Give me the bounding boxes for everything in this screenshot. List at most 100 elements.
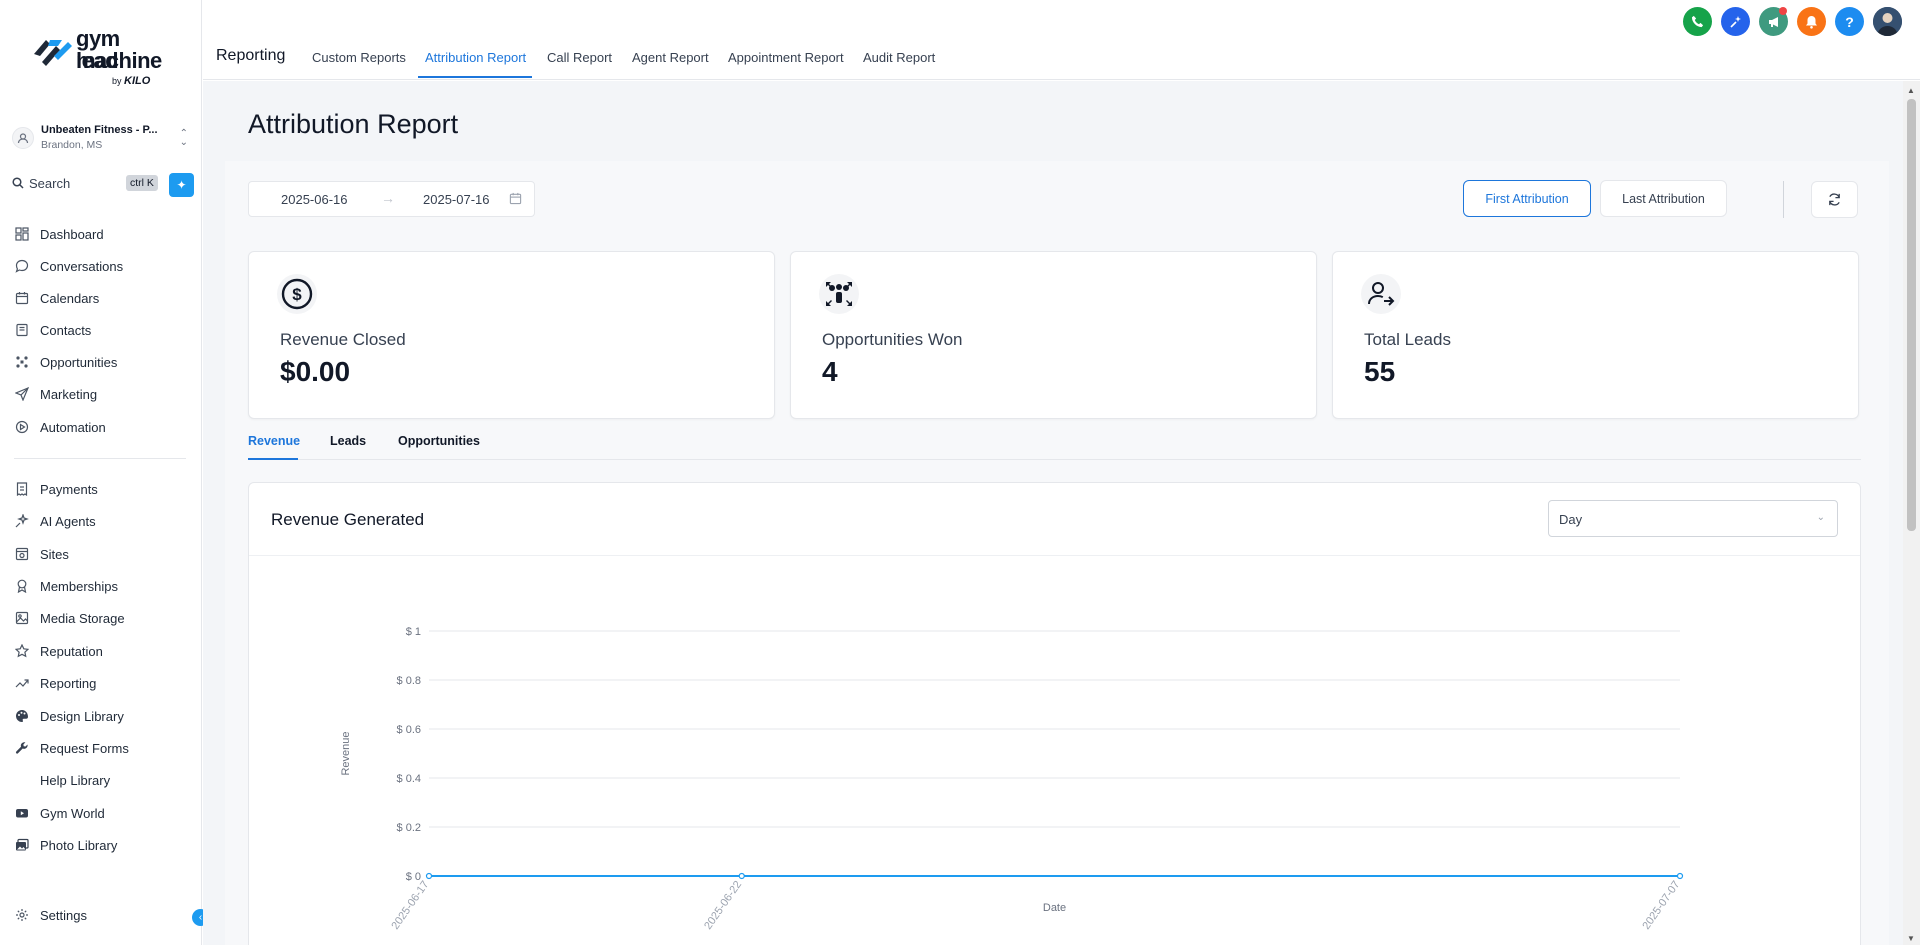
date-end: 2025-07-16: [423, 192, 490, 207]
automation-icon: [14, 419, 30, 435]
notification-dot: [1779, 7, 1787, 15]
page-scrollbar[interactable]: ▲ ▼: [1903, 81, 1920, 945]
y-tick-label: $ 1: [406, 626, 421, 638]
sidebar-item-label: Help Library: [40, 772, 111, 788]
contacts-icon: [14, 322, 30, 338]
gym-lead-machine-logo[interactable]: gym lead machine by KILO: [32, 26, 162, 92]
sidebar-item-design-library[interactable]: Design Library: [14, 705, 194, 727]
bell-icon[interactable]: [1797, 7, 1826, 36]
ai-assistant-button[interactable]: ✦: [169, 173, 194, 197]
sidebar-item-photo-library[interactable]: Photo Library: [14, 834, 194, 856]
logo-byline: by KILO: [112, 75, 150, 87]
data-point: [738, 872, 745, 880]
page-title: Attribution Report: [248, 109, 459, 139]
search-row[interactable]: Search ctrl K ✦: [12, 173, 194, 197]
sidebar-item-reporting[interactable]: Reporting: [14, 672, 194, 694]
chart-title: Revenue Generated: [271, 510, 425, 529]
sidebar-item-label: Settings: [40, 907, 87, 923]
chat-icon: [14, 258, 30, 274]
last-attribution-button[interactable]: Last Attribution: [1600, 180, 1727, 217]
granularity-value: Day: [1559, 512, 1583, 527]
logo-by: by: [112, 76, 122, 86]
star-icon: [14, 643, 30, 659]
phone-icon[interactable]: [1683, 7, 1712, 36]
logo-text-line2: machine: [76, 48, 162, 73]
subtab-revenue[interactable]: Revenue: [248, 434, 300, 448]
scroll-up-icon[interactable]: ▲: [1907, 86, 1915, 95]
location-switcher[interactable]: Unbeaten Fitness - P... Brandon, MS ⌃ ⌄: [12, 121, 190, 155]
sidebar-item-label: AI Agents: [40, 513, 96, 529]
scrollbar-thumb[interactable]: [1907, 99, 1916, 531]
search-label: Search: [29, 176, 71, 191]
tab-call-report[interactable]: Call Report: [547, 50, 612, 65]
first-attribution-button[interactable]: First Attribution: [1463, 180, 1591, 217]
date-range-picker[interactable]: 2025-06-16 → 2025-07-16: [248, 181, 535, 217]
help-icon[interactable]: ?: [1835, 7, 1864, 36]
granularity-select[interactable]: Day ⌄: [1548, 500, 1838, 537]
subtab-opportunities[interactable]: Opportunities: [398, 434, 480, 448]
metric-subtabs: Revenue Leads Opportunities: [248, 428, 1861, 460]
card-value: $0.00: [280, 356, 351, 387]
sidebar-item-help-library[interactable]: Help Library: [14, 769, 194, 791]
y-axis-label: Revenue: [340, 731, 352, 775]
sidebar-item-ai-agents[interactable]: AI Agents: [14, 510, 194, 532]
sidebar-item-media-storage[interactable]: Media Storage: [14, 607, 194, 629]
sidebar-item-calendars[interactable]: Calendars: [14, 287, 194, 309]
chevron-updown-icon: ⌃ ⌄: [179, 128, 188, 148]
sites-icon: [14, 546, 30, 562]
sidebar-item-label: Dashboard: [40, 226, 104, 242]
magic-icon[interactable]: [1721, 7, 1750, 36]
sidebar-item-conversations[interactable]: Conversations: [14, 255, 194, 277]
search-icon: [12, 177, 24, 189]
sparkle-icon: [14, 513, 30, 529]
image-icon: [14, 610, 30, 626]
tab-appointment-report[interactable]: Appointment Report: [728, 50, 844, 65]
logo-mark-icon: [34, 40, 72, 66]
help-library-icon: [14, 772, 30, 788]
refresh-button[interactable]: [1811, 181, 1858, 218]
total-leads-card: Total Leads 55: [1332, 251, 1859, 419]
search-shortcut: ctrl K: [126, 175, 158, 191]
megaphone-icon[interactable]: [1759, 7, 1788, 36]
avatar[interactable]: [1873, 7, 1902, 36]
sidebar-item-memberships[interactable]: Memberships: [14, 575, 194, 597]
sidebar-item-label: Conversations: [40, 258, 124, 274]
card-label: Opportunities Won: [822, 330, 963, 349]
sidebar-item-label: Photo Library: [40, 837, 118, 853]
sidebar-item-payments[interactable]: Payments: [14, 478, 194, 500]
sidebar-item-reputation[interactable]: Reputation: [14, 640, 194, 662]
dashboard-icon: [14, 226, 30, 242]
scroll-down-icon[interactable]: ▼: [1907, 934, 1915, 943]
sidebar-item-marketing[interactable]: Marketing: [14, 383, 194, 405]
sidebar-item-gym-world[interactable]: Gym World: [14, 802, 194, 824]
subtab-leads[interactable]: Leads: [330, 434, 366, 448]
main-content: Attribution Report 2025-06-16 → 2025-07-…: [203, 81, 1903, 945]
svg-text:$: $: [292, 285, 302, 304]
y-tick-label: $ 0.6: [397, 724, 421, 736]
sidebar-item-label: Reputation: [40, 643, 103, 659]
tab-agent-report[interactable]: Agent Report: [632, 50, 709, 65]
sidebar-item-sites[interactable]: Sites: [14, 543, 194, 565]
photos-icon: [14, 837, 30, 853]
tab-attribution-report[interactable]: Attribution Report: [425, 50, 526, 65]
date-start: 2025-06-16: [281, 192, 348, 207]
sidebar-item-automation[interactable]: Automation: [14, 416, 194, 438]
sidebar-item-dashboard[interactable]: Dashboard: [14, 223, 194, 245]
revenue-line-chart: $ 0 $ 0.2 $ 0.4 $ 0.6 $ 0.8 $ 1 2025-06-17 2025…: [340, 626, 1684, 932]
wrench-icon: [14, 740, 30, 756]
user-arrow-icon: [1361, 274, 1401, 314]
sidebar-item-label: Sites: [40, 546, 69, 562]
x-tick-label: 2025-07-07: [1640, 879, 1682, 932]
sidebar-item-opportunities[interactable]: Opportunities: [14, 351, 194, 373]
sidebar-item-label: Calendars: [40, 290, 100, 306]
revenue-closed-card: $ Revenue Closed $0.00: [248, 251, 775, 419]
sidebar-item-request-forms[interactable]: Request Forms: [14, 737, 194, 759]
sidebar-item-contacts[interactable]: Contacts: [14, 319, 194, 341]
sidebar-item-settings[interactable]: Settings: [14, 904, 194, 926]
sidebar-item-label: Reporting: [40, 675, 97, 691]
send-icon: [14, 386, 30, 402]
location-city: Brandon, MS: [41, 139, 103, 151]
tab-custom-reports[interactable]: Custom Reports: [312, 50, 406, 65]
tab-audit-report[interactable]: Audit Report: [863, 50, 935, 65]
sidebar-item-label: Memberships: [40, 578, 119, 594]
